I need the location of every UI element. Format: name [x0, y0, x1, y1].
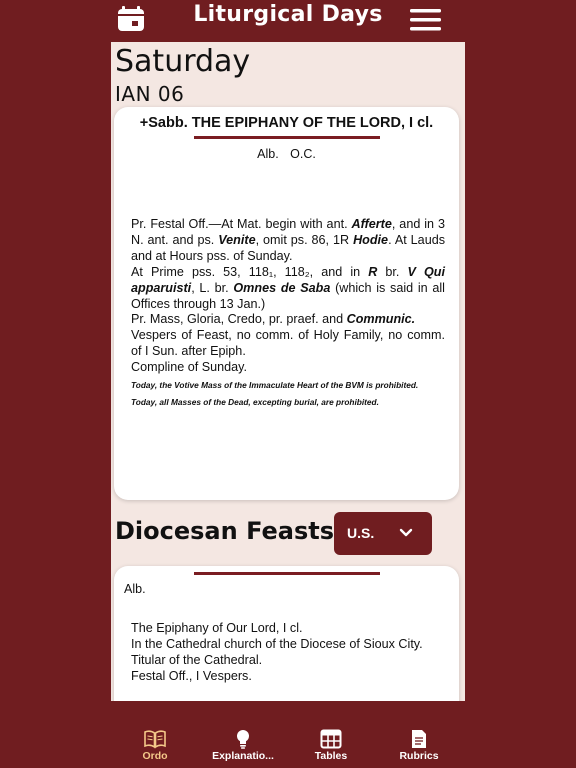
main-content[interactable]: Saturday IAN 06 +Sabb. THE EPIPHANY OF T… — [111, 42, 465, 701]
liturgical-color: Alb. — [257, 147, 279, 161]
ordo-fragment: Pr. Festal Off.—At Mat. begin with ant. — [131, 217, 352, 231]
tab-ordo[interactable]: Ordo — [111, 701, 199, 768]
chevron-down-icon — [399, 528, 413, 537]
tab-label: Tables — [314, 750, 348, 762]
ordo-text: Pr. Festal Off.—At Mat. begin with ant. … — [131, 217, 445, 376]
document-icon — [412, 730, 426, 748]
tab-label: Ordo — [142, 750, 168, 762]
table-icon — [320, 729, 342, 749]
ordo-fragment: , L. br. — [191, 280, 234, 295]
ordo-fragment: Compline of Sunday. — [131, 360, 247, 375]
ordo-line: Compline of Sunday. — [131, 360, 445, 376]
feast-title: +Sabb. THE EPIPHANY OF THE LORD, I cl. — [139, 115, 434, 131]
ordo-incipit: Communic. — [346, 312, 416, 327]
ordo-notes: Today, the Votive Mass of the Immaculate… — [131, 380, 445, 413]
diocesan-line: The Epiphany of Our Lord, I cl. — [131, 621, 303, 635]
tab-label: Explanatio... — [212, 750, 274, 762]
tab-label: Rubrics — [399, 750, 439, 762]
region-select-value: U.S. — [347, 525, 375, 541]
day-name: Saturday — [115, 44, 251, 79]
tab-rubrics[interactable]: Rubrics — [375, 701, 463, 768]
divider — [194, 572, 380, 575]
top-bar: Liturgical Days — [0, 0, 576, 40]
ordo-line: Pr. Festal Off.—At Mat. begin with ant. … — [131, 217, 445, 265]
ordo-card: +Sabb. THE EPIPHANY OF THE LORD, I cl. A… — [114, 107, 459, 500]
liturgical-color-line: Alb. O.C. — [114, 147, 459, 161]
bottom-tab-bar: Ordo Explanatio... Tables Rubrics — [111, 701, 465, 768]
region-select[interactable]: U.S. — [334, 512, 432, 555]
date-label: IAN 06 — [115, 82, 185, 106]
ordo-fragment: br. — [377, 264, 408, 279]
hamburger-menu-icon[interactable] — [410, 9, 441, 31]
tab-explanations[interactable]: Explanatio... — [199, 701, 287, 768]
ordo-fragment: Vespers of Feast, no comm. of Holy Famil… — [131, 328, 445, 359]
book-open-icon — [144, 730, 166, 749]
ordo-incipit: Hodie — [353, 232, 389, 247]
note-masses-of-dead: Today, all Masses of the Dead, excepting… — [131, 396, 379, 407]
ordo-line: Pr. Mass, Gloria, Credo, pr. praef. and … — [131, 312, 445, 328]
divider — [194, 136, 380, 139]
ordo-line: At Prime pss. 53, 118₁, 118₂, and in R b… — [131, 265, 445, 313]
diocesan-color: Alb. — [124, 582, 146, 596]
diocesan-line: In the Cathedral church of the Diocese o… — [131, 636, 423, 651]
ordo-incipit: Venite — [218, 232, 256, 247]
diocesan-line: Festal Off., I Vespers. — [131, 668, 252, 683]
ordo-fragment: , omit ps. 86, 1R — [255, 232, 354, 247]
office-type: O.C. — [290, 147, 316, 161]
diocesan-line: Titular of the Cathedral. — [131, 652, 263, 667]
ordo-incipit: Omnes de Saba — [233, 280, 331, 295]
tab-tables[interactable]: Tables — [287, 701, 375, 768]
note-votive-mass: Today, the Votive Mass of the Immaculate… — [131, 380, 419, 390]
ordo-fragment: At Prime pss. 53, 118₁, 118₂, and in — [131, 264, 369, 279]
app-title: Liturgical Days — [193, 2, 383, 27]
ordo-line: Vespers of Feast, no comm. of Holy Famil… — [131, 328, 445, 360]
diocesan-text: The Epiphany of Our Lord, I cl. In the C… — [131, 621, 445, 685]
ordo-incipit: R — [368, 264, 378, 279]
diocesan-card: Alb. The Epiphany of Our Lord, I cl. In … — [114, 566, 459, 701]
ordo-incipit: Afferte — [351, 217, 392, 231]
diocesan-feasts-title: Diocesan Feasts — [115, 517, 334, 545]
lightbulb-icon — [237, 730, 249, 749]
ordo-fragment: Pr. Mass, Gloria, Credo, pr. praef. and — [131, 312, 347, 327]
